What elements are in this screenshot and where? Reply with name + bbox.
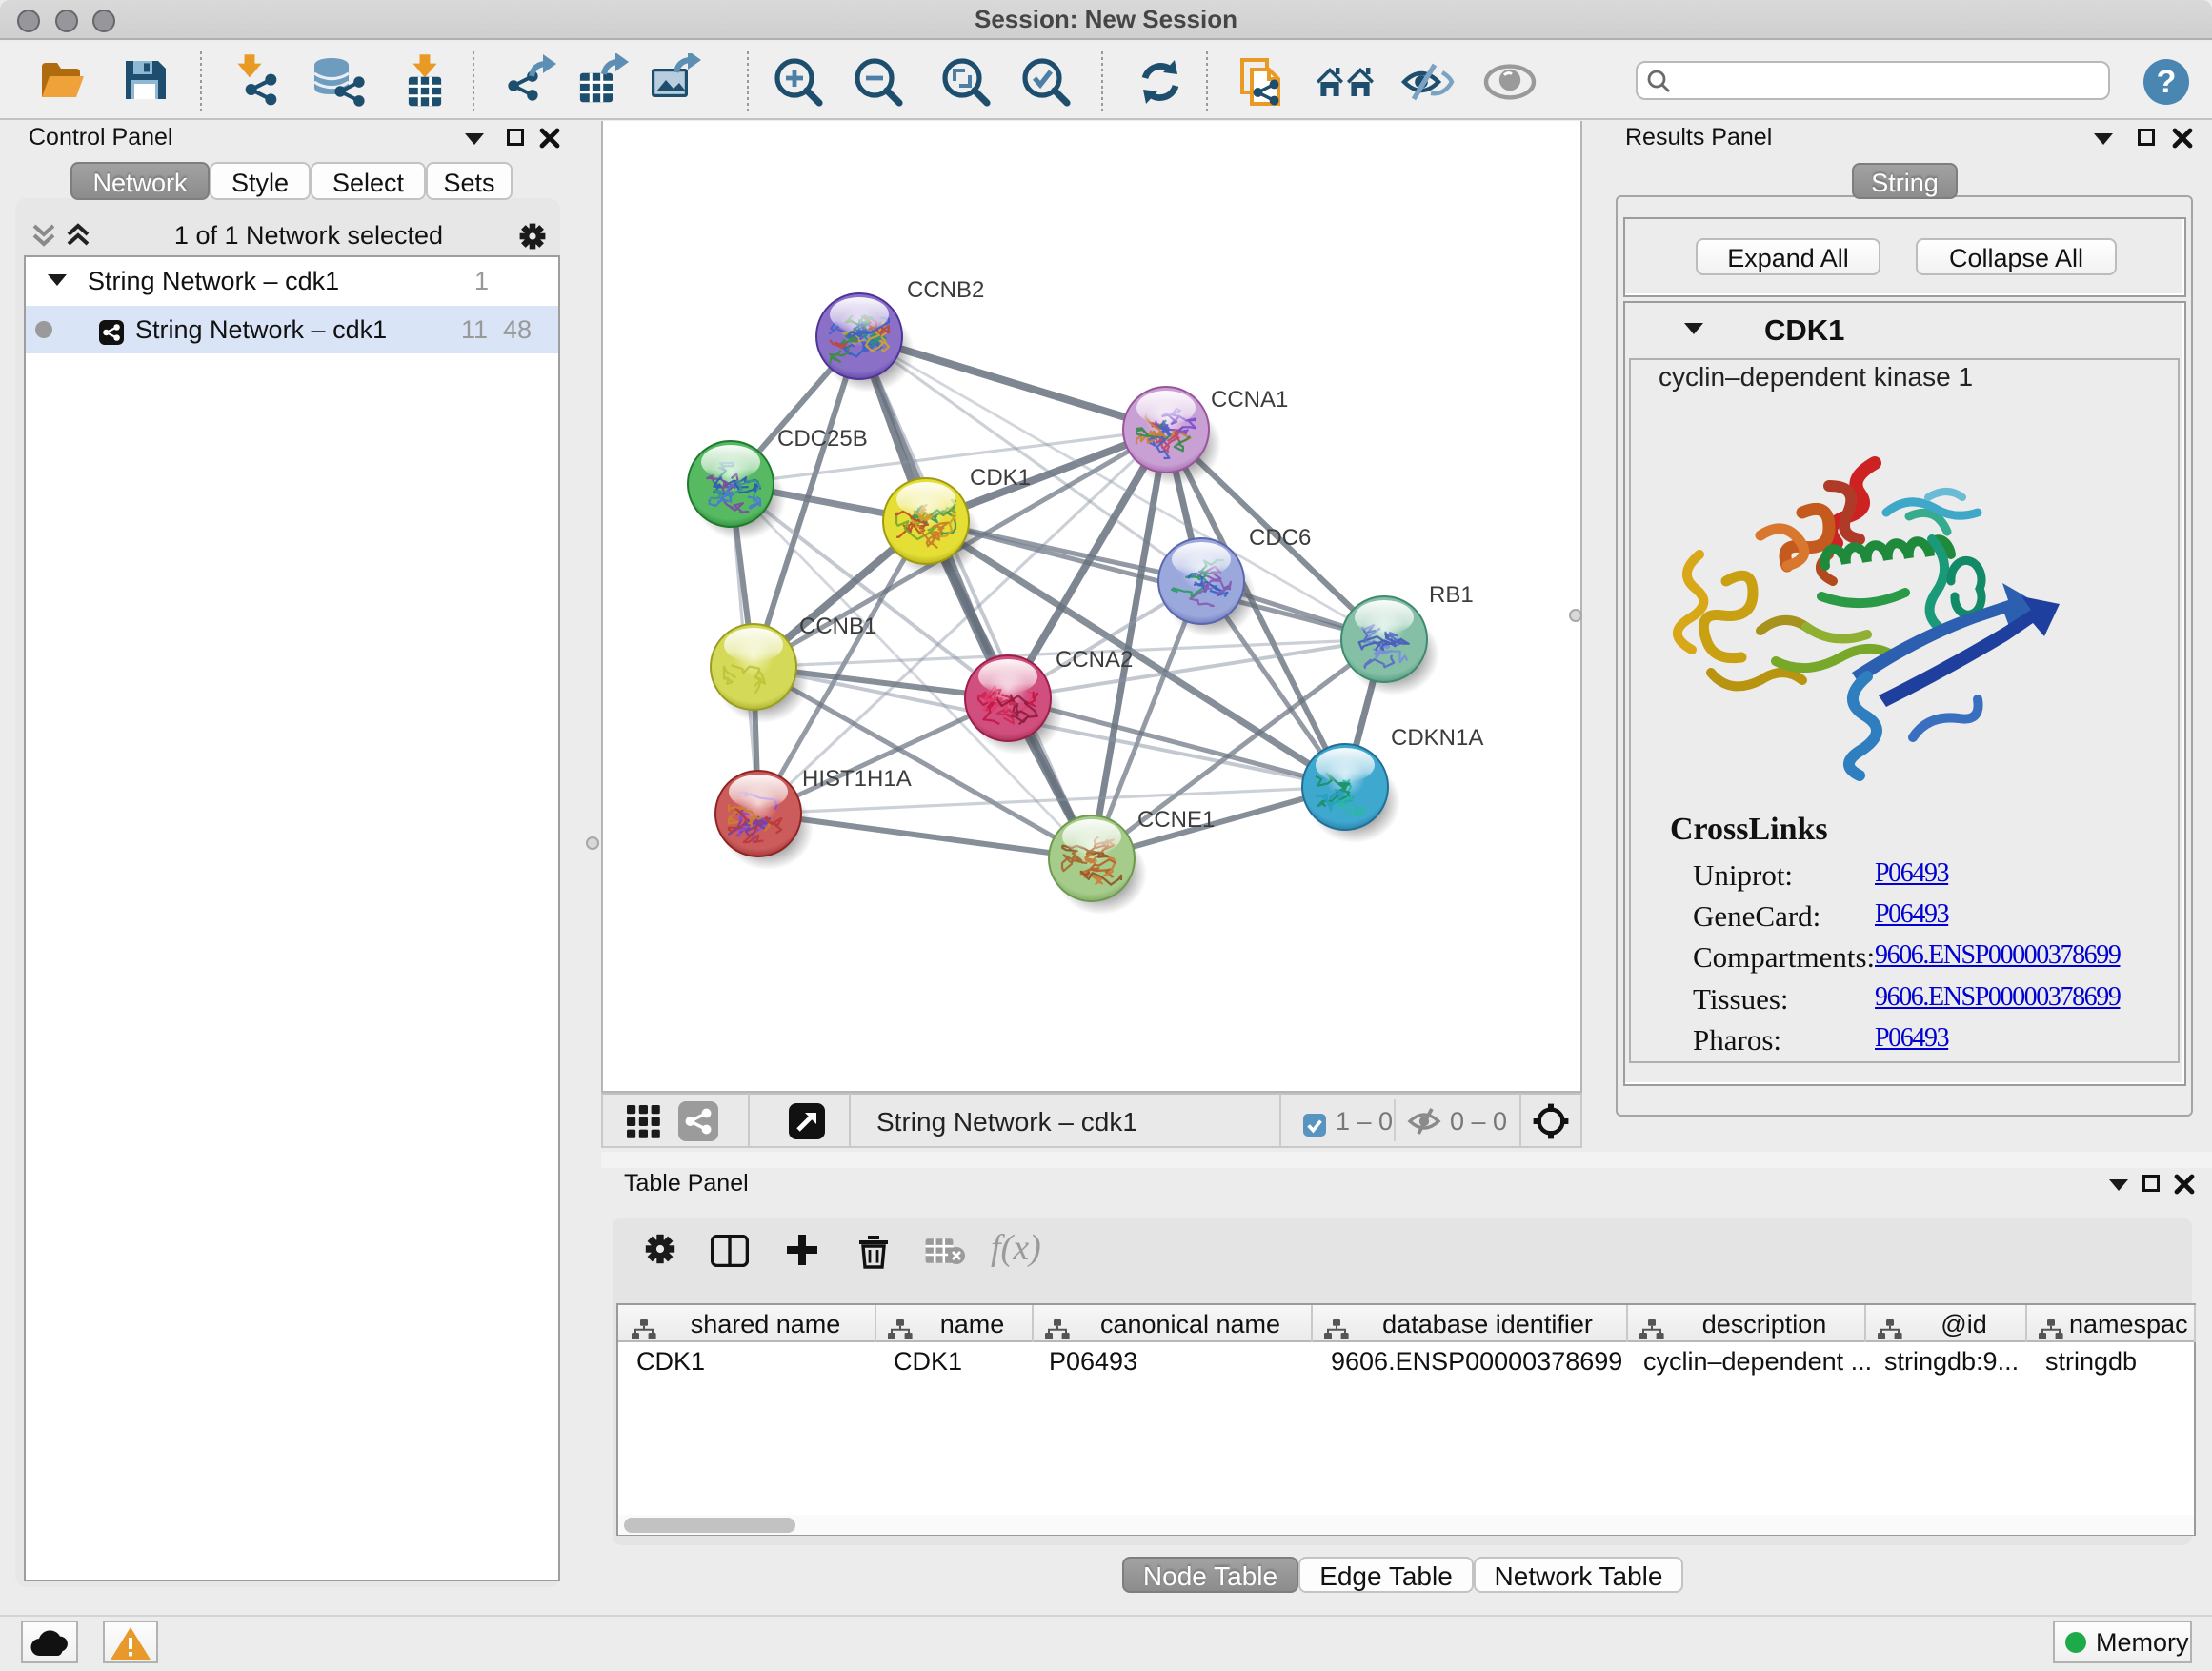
svg-text:CDC25B: CDC25B [777,426,868,452]
svg-text:CDKN1A: CDKN1A [1391,725,1483,751]
svg-text:CCNA1: CCNA1 [1211,387,1288,413]
svg-text:CDC6: CDC6 [1249,525,1311,551]
svg-text:CCNB2: CCNB2 [907,277,984,303]
svg-text:CCNA2: CCNA2 [1056,647,1133,673]
svg-text:CCNB1: CCNB1 [799,614,876,639]
svg-text:?: ? [2157,64,2177,100]
svg-text:CDK1: CDK1 [970,465,1031,491]
svg-text:HIST1H1A: HIST1H1A [802,766,912,792]
svg-text:CCNE1: CCNE1 [1137,807,1215,833]
svg-text:RB1: RB1 [1429,582,1474,608]
